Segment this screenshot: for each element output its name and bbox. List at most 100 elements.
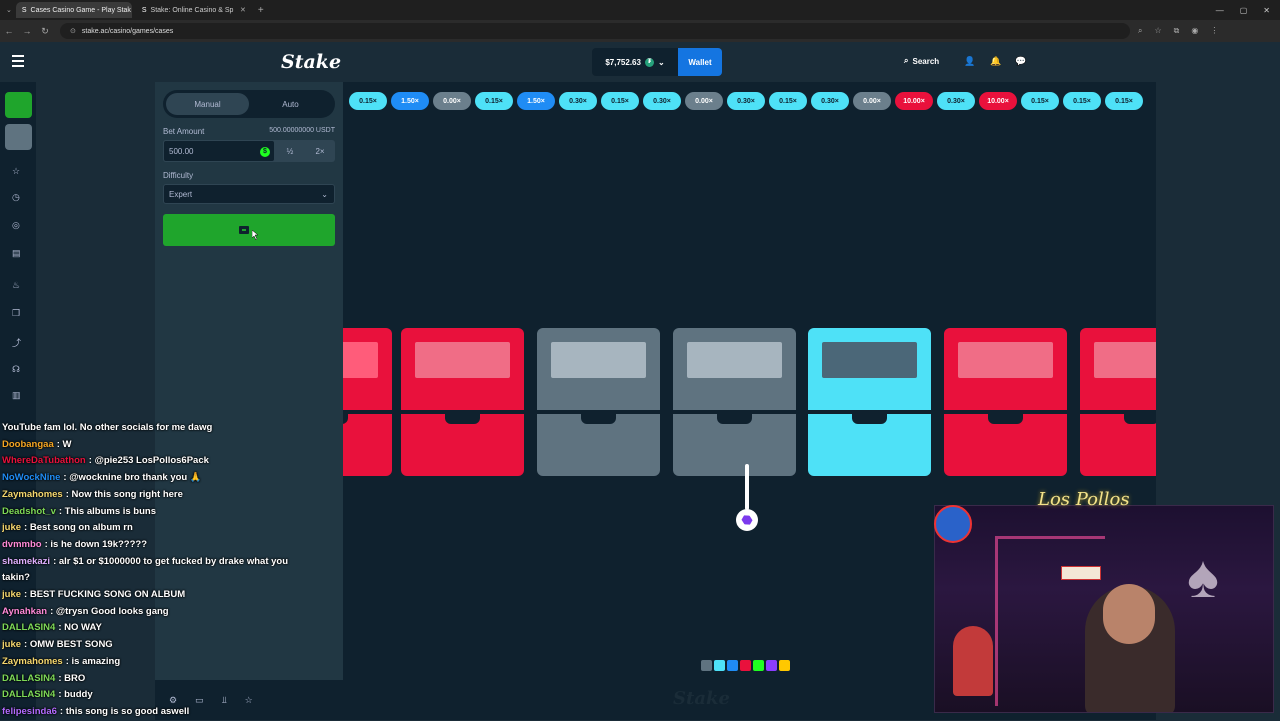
chat-message: Zaymahomes: Now this song right here <box>2 487 302 504</box>
multiplier-pill: 0.00× <box>685 92 723 110</box>
chat-username[interactable]: dvmmbo <box>2 539 42 550</box>
streamer-webcam: ♠ <box>934 505 1274 713</box>
multiplier-pill: 0.30× <box>811 92 849 110</box>
case-red <box>944 328 1067 476</box>
bet-amount-input[interactable]: 500.00 $ <box>163 140 275 162</box>
chat-username[interactable]: juke <box>2 639 21 650</box>
chat-username[interactable]: DALLASIN4 <box>2 689 55 700</box>
stake-logo[interactable]: Stake <box>281 51 341 73</box>
wallet-button[interactable]: Wallet <box>678 48 722 76</box>
promo-icon[interactable]: ◎ <box>12 220 20 231</box>
chat-username[interactable]: juke <box>2 589 21 600</box>
chat-username[interactable]: NoWockNine <box>2 472 60 483</box>
chat-text: is amazing <box>71 655 121 667</box>
chat-message: DALLASIN4: NO WAY <box>2 620 302 637</box>
case-gray <box>673 328 796 476</box>
browser-toolbar-icons: ⌕ ☆ ⧉ ◉ ⋮ <box>1138 26 1218 36</box>
menu-toggle-icon[interactable] <box>12 55 24 67</box>
multiplier-pill: 0.30× <box>727 92 765 110</box>
legend-yellow <box>779 660 790 671</box>
list-icon[interactable]: ▤ <box>12 248 21 259</box>
history-icon[interactable]: ◷ <box>12 192 20 203</box>
half-bet-button[interactable]: ½ <box>275 140 305 162</box>
chat-username[interactable]: shamekazi <box>2 556 50 567</box>
minimize-icon[interactable]: — <box>1216 6 1224 15</box>
spade-icon: ♠ <box>1187 543 1219 610</box>
maximize-icon[interactable]: ▢ <box>1240 6 1248 15</box>
legend-cyan <box>714 660 725 671</box>
chat-username[interactable]: DALLASIN4 <box>2 673 55 684</box>
lightbox-sign <box>1061 566 1101 580</box>
close-window-icon[interactable]: ✕ <box>1263 6 1270 15</box>
chat-username[interactable]: Zaymahomes <box>2 656 63 667</box>
multiplier-pill: 0.30× <box>559 92 597 110</box>
tab-list-icon[interactable]: ⌄ <box>6 6 12 14</box>
tab-label: Stake: Online Casino & Sp <box>150 6 234 14</box>
case-icon <box>239 226 249 234</box>
multiplier-pill: 0.00× <box>853 92 891 110</box>
tab-auto[interactable]: Auto <box>249 93 332 115</box>
back-icon[interactable]: ← <box>0 26 18 36</box>
bookmark-icon[interactable]: ❒ <box>12 308 20 319</box>
bet-amount-value: 500.00 <box>169 146 194 156</box>
user-icon[interactable]: 👤 <box>964 56 975 67</box>
chat-username[interactable]: Doobangaa <box>2 439 54 450</box>
difficulty-value: Expert <box>169 189 193 199</box>
fire-icon[interactable]: ♨ <box>12 280 20 291</box>
notifications-icon[interactable]: 🔔 <box>990 56 1001 67</box>
webcam-signature: Los Pollos <box>1038 489 1130 510</box>
profile-icon[interactable]: ◉ <box>1191 26 1198 36</box>
stake-favicon-icon: S <box>141 6 147 14</box>
site-header: Stake $7,752.63 ₮ ⌄ Wallet ⌕ Search 👤 🔔 … <box>0 42 1280 82</box>
multiplier-pill: 0.30× <box>937 92 975 110</box>
gift-icon[interactable]: ▥ <box>12 390 21 401</box>
new-tab-icon[interactable]: + <box>258 5 264 16</box>
forward-icon[interactable]: → <box>18 26 36 36</box>
zoom-icon[interactable]: ⌕ <box>1138 26 1142 36</box>
chat-message: Aynahkan: @trysn Good looks gang <box>2 604 302 621</box>
chat-username[interactable]: Deadshot_v <box>2 506 56 517</box>
difficulty-select[interactable]: Expert ⌄ <box>163 184 335 204</box>
multiplier-pill: 0.15× <box>1063 92 1101 110</box>
multiplier-pill: 1.50× <box>391 92 429 110</box>
chat-icon[interactable]: 💬 <box>1015 56 1026 67</box>
open-case-button[interactable] <box>163 214 335 246</box>
chat-username[interactable]: WhereDaTubathon <box>2 455 86 466</box>
search-label: Search <box>912 56 940 66</box>
trending-icon[interactable]: ⤴ <box>12 336 21 349</box>
double-bet-button[interactable]: 2× <box>305 140 335 162</box>
chat-message: juke: OMW BEST SONG <box>2 637 302 654</box>
legend-red <box>740 660 751 671</box>
bet-amount-group: 500.00 $ ½ 2× <box>163 140 335 162</box>
close-tab-icon[interactable]: ✕ <box>240 6 246 14</box>
casino-tile[interactable] <box>5 92 32 118</box>
stake-favicon-icon: S <box>21 6 27 14</box>
chat-message: NoWockNine: @wocknine bro thank you 🙏 <box>2 470 302 487</box>
multiplier-pill: 10.00× <box>895 92 933 110</box>
reload-icon[interactable]: ↻ <box>36 26 54 37</box>
chat-username[interactable]: DALLASIN4 <box>2 622 55 633</box>
support-icon[interactable]: ☊ <box>12 364 20 375</box>
menu-icon[interactable]: ⋮ <box>1210 26 1218 36</box>
search-button[interactable]: ⌕ Search <box>904 56 939 66</box>
case-gray <box>537 328 660 476</box>
star-icon[interactable]: ☆ <box>12 166 20 177</box>
chat-username[interactable]: Zaymahomes <box>2 489 63 500</box>
case-red <box>401 328 524 476</box>
tab-stake[interactable]: S Stake: Online Casino & Sp ✕ <box>136 2 252 18</box>
sports-tile[interactable] <box>5 124 32 150</box>
multiplier-pill: 0.15× <box>475 92 513 110</box>
site-info-icon[interactable]: ⊙ <box>70 27 76 35</box>
url-field[interactable]: ⊙ stake.ac/casino/games/cases <box>60 23 1130 39</box>
balance-selector[interactable]: $7,752.63 ₮ ⌄ <box>592 48 678 76</box>
tab-manual[interactable]: Manual <box>166 93 249 115</box>
chat-username[interactable]: felipesinda6 <box>2 706 57 717</box>
bookmark-star-icon[interactable]: ☆ <box>1154 26 1161 36</box>
chat-username[interactable]: juke <box>2 522 21 533</box>
legend-blue <box>727 660 738 671</box>
chat-message: DALLASIN4: buddy <box>2 687 302 704</box>
chat-username[interactable]: Aynahkan <box>2 606 47 617</box>
tab-cases[interactable]: S Cases Casino Game - Play Stak ✕ <box>15 2 132 18</box>
extension-icon[interactable]: ⧉ <box>1174 26 1180 36</box>
chat-text: Best song on album rn <box>29 522 133 534</box>
